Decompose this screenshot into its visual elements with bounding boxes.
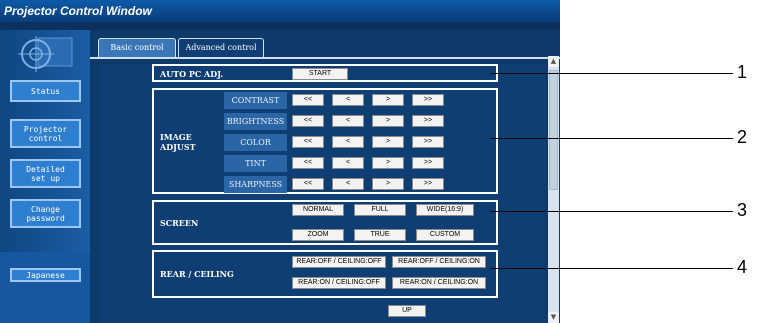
tint-decrease-fast-button[interactable]: << — [292, 157, 324, 169]
brightness-increase-button[interactable]: > — [372, 115, 404, 127]
sidebar-lower-panel — [0, 252, 90, 323]
tint-increase-button[interactable]: > — [372, 157, 404, 169]
detailed-setup-button[interactable]: Detailed set up — [10, 159, 81, 188]
auto-pc-label: AUTO PC ADJ. — [160, 69, 224, 79]
sharpness-increase-button[interactable]: > — [372, 178, 404, 190]
color-decrease-button[interactable]: < — [332, 136, 364, 148]
change-password-button[interactable]: Change password — [10, 199, 81, 228]
auto-pc-section: AUTO PC ADJ. START — [152, 64, 498, 82]
brightness-decrease-button[interactable]: < — [332, 115, 364, 127]
callout-number-4: 4 — [737, 257, 748, 277]
contrast-increase-button[interactable]: > — [372, 94, 404, 106]
screen-zoom-button[interactable]: ZOOM — [292, 229, 344, 241]
screen-section: SCREEN NORMAL FULL WIDE(16:9) ZOOM TRUE … — [152, 200, 498, 245]
screen-custom-button[interactable]: CUSTOM — [416, 229, 474, 241]
row-label-brightness: BRIGHTNESS — [224, 113, 287, 130]
screen-label: SCREEN — [160, 218, 199, 228]
screen-wide-button[interactable]: WIDE(16:9) — [416, 204, 474, 216]
contrast-decrease-button[interactable]: < — [332, 94, 364, 106]
brightness-decrease-fast-button[interactable]: << — [292, 115, 324, 127]
vertical-scrollbar[interactable]: ▲ ▼ — [548, 56, 559, 323]
color-increase-button[interactable]: > — [372, 136, 404, 148]
image-adjust-label: IMAGE ADJUST — [160, 132, 196, 152]
tab-divider — [90, 57, 560, 59]
scroll-down-icon[interactable]: ▼ — [548, 312, 559, 323]
japanese-button[interactable]: Japanese — [10, 268, 81, 282]
screen-normal-button[interactable]: NORMAL — [292, 204, 344, 216]
row-label-sharpness: SHARPNESS — [224, 176, 287, 193]
sharpness-decrease-fast-button[interactable]: << — [292, 178, 324, 190]
tab-basic-control[interactable]: Basic control — [98, 38, 176, 58]
tab-advanced-control[interactable]: Advanced control — [178, 38, 264, 58]
sidebar: Status Projector control Detailed set up… — [0, 30, 90, 323]
color-decrease-fast-button[interactable]: << — [292, 136, 324, 148]
screen-true-button[interactable]: TRUE — [354, 229, 406, 241]
start-button[interactable]: START — [292, 68, 348, 80]
up-button[interactable]: UP — [388, 305, 426, 317]
row-label-tint: TINT — [224, 155, 287, 172]
sharpness-increase-fast-button[interactable]: >> — [412, 178, 444, 190]
scroll-thumb[interactable] — [549, 70, 558, 190]
tint-increase-fast-button[interactable]: >> — [412, 157, 444, 169]
image-adjust-section: IMAGE ADJUST CONTRAST << < > >> BRIGHTNESS << <… — [152, 88, 498, 194]
rear-ceiling-section: REAR / CEILING REAR:OFF / CEILING:OFF RE… — [152, 250, 498, 298]
callout-line-3 — [490, 211, 733, 212]
projector-control-window: Projector Control Window Status Projecto… — [0, 0, 560, 323]
callout-number-3: 3 — [737, 200, 748, 220]
rear-off-ceiling-on-button[interactable]: REAR:OFF / CEILING:ON — [392, 256, 486, 268]
rear-on-ceiling-on-button[interactable]: REAR:ON / CEILING:ON — [392, 277, 486, 289]
scroll-up-icon[interactable]: ▲ — [548, 56, 559, 67]
brightness-increase-fast-button[interactable]: >> — [412, 115, 444, 127]
color-increase-fast-button[interactable]: >> — [412, 136, 444, 148]
screen-full-button[interactable]: FULL — [354, 204, 406, 216]
callout-number-2: 2 — [737, 127, 748, 147]
logo-icon — [18, 36, 73, 72]
rear-ceiling-label: REAR / CEILING — [160, 269, 234, 279]
tint-decrease-button[interactable]: < — [332, 157, 364, 169]
rear-off-ceiling-off-button[interactable]: REAR:OFF / CEILING:OFF — [292, 256, 386, 268]
header-strip — [0, 22, 560, 30]
callout-line-4 — [490, 268, 733, 269]
sharpness-decrease-button[interactable]: < — [332, 178, 364, 190]
callout-line-1 — [490, 73, 733, 74]
row-label-contrast: CONTRAST — [224, 92, 287, 109]
callout-line-2 — [490, 138, 733, 139]
callout-number-1: 1 — [737, 62, 748, 82]
contrast-decrease-fast-button[interactable]: << — [292, 94, 324, 106]
contrast-increase-fast-button[interactable]: >> — [412, 94, 444, 106]
row-label-color: COLOR — [224, 134, 287, 151]
window-title: Projector Control Window — [0, 0, 560, 22]
rear-on-ceiling-off-button[interactable]: REAR:ON / CEILING:OFF — [292, 277, 386, 289]
projector-control-button[interactable]: Projector control — [10, 119, 81, 148]
status-button[interactable]: Status — [10, 80, 81, 102]
settings-panel: AUTO PC ADJ. START IMAGE ADJUST CONTRAST… — [100, 64, 546, 323]
